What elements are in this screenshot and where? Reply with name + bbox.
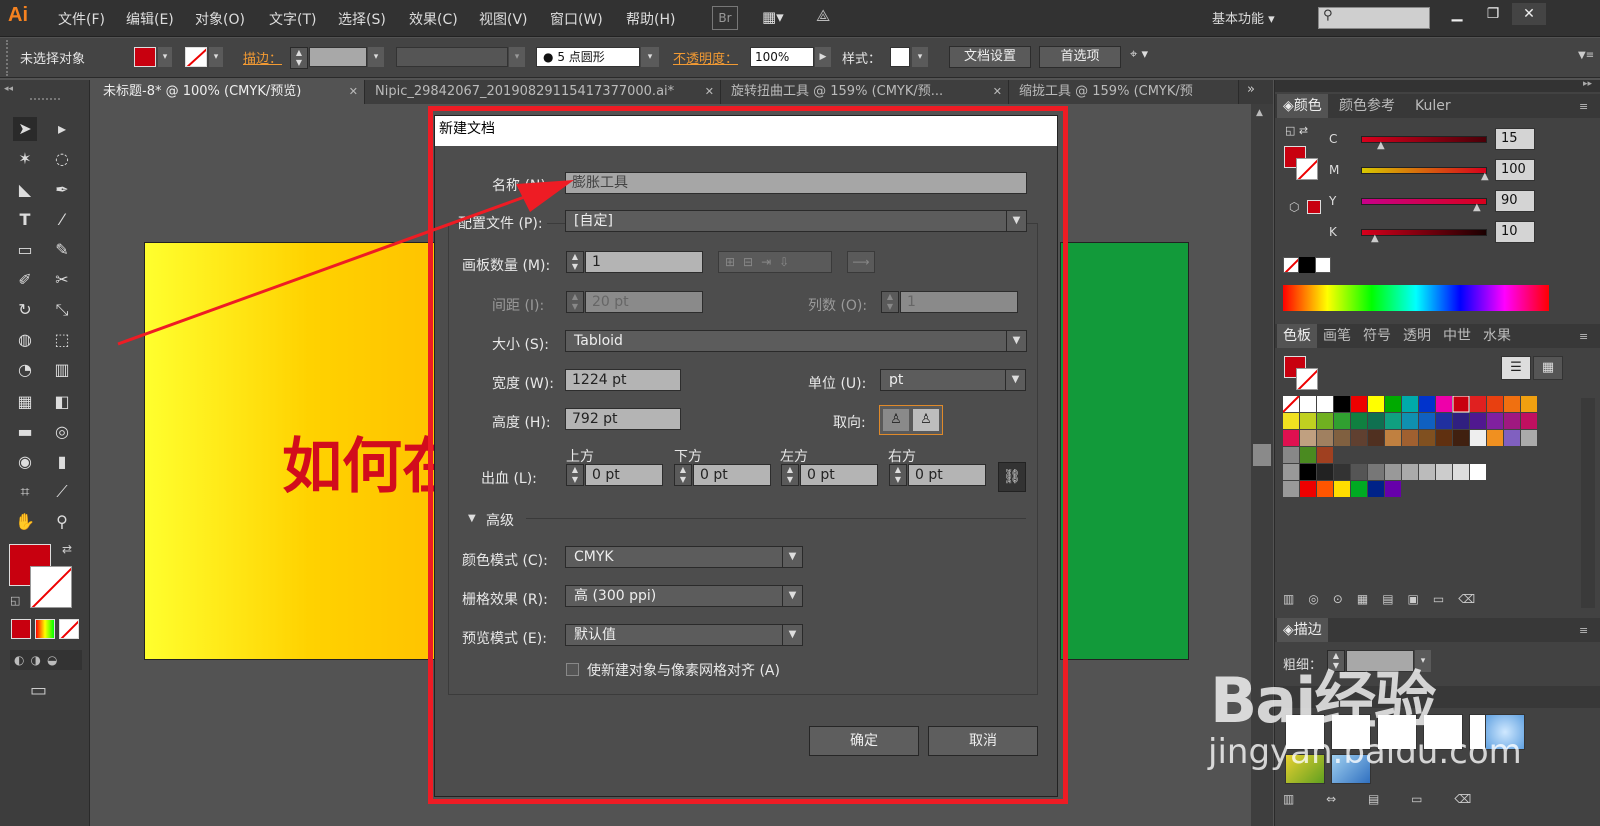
tab-color[interactable]: ◈颜色 — [1277, 94, 1328, 118]
channel-k-label: K — [1329, 225, 1337, 239]
swatch-grid[interactable] — [1283, 396, 1565, 508]
panel-menu-icon[interactable]: ≡ — [1579, 624, 1588, 637]
watermark-logo: Bai经验 — [1210, 664, 1436, 737]
list-view-icon[interactable]: ☰ — [1501, 356, 1531, 380]
dock-header: ▸▸ — [1275, 79, 1600, 92]
channel-m-input[interactable]: 100 — [1495, 159, 1535, 181]
tab-medieval[interactable]: 中世 — [1437, 324, 1477, 348]
channel-k-slider[interactable] — [1361, 229, 1487, 236]
stroke-color-box[interactable] — [1296, 158, 1318, 180]
graphic-styles-footer-icons[interactable]: ▥ ⇔ ▤ ▭ ⌫ — [1283, 792, 1583, 810]
thumbnail-view-icon[interactable]: ▦ — [1533, 356, 1563, 380]
channel-c-input[interactable]: 15 — [1495, 128, 1535, 150]
tab-fruit[interactable]: 水果 — [1477, 324, 1517, 348]
slider-thumb-icon[interactable]: ▲ — [1481, 171, 1489, 182]
default-colors-icon[interactable]: ◱ ⇄ — [1285, 124, 1308, 137]
tab-brushes[interactable]: 画笔 — [1317, 324, 1357, 348]
stroke-panel-tabs: ◈描边 ≡ — [1275, 618, 1600, 642]
panel-menu-icon[interactable]: ≡ — [1579, 100, 1588, 113]
panel-menu-icon[interactable]: ≡ — [1579, 330, 1588, 343]
channel-c-label: C — [1329, 132, 1338, 146]
swatch-scrollbar[interactable] — [1581, 398, 1595, 608]
tab-stroke[interactable]: ◈描边 — [1277, 618, 1328, 642]
color-spectrum[interactable] — [1283, 285, 1549, 311]
collapse-icon: ◈ — [1283, 622, 1294, 638]
stroke-color-box[interactable] — [1296, 368, 1318, 390]
channel-k-input[interactable]: 10 — [1495, 221, 1535, 243]
slider-thumb-icon[interactable]: ▲ — [1377, 140, 1385, 151]
swatch-panel-tabs: 色板 画笔 符号 透明 中世 水果 ≡ — [1275, 324, 1600, 348]
tab-symbols[interactable]: 符号 — [1357, 324, 1397, 348]
tab-kuler[interactable]: Kuler — [1409, 94, 1457, 118]
out-of-gamut-icon[interactable]: ⬡ — [1289, 200, 1299, 214]
tab-label: 颜色 — [1293, 98, 1322, 114]
none-swatch[interactable] — [1283, 257, 1299, 273]
tab-swatches[interactable]: 色板 — [1277, 324, 1317, 348]
channel-y-label: Y — [1329, 194, 1337, 208]
channel-m-slider[interactable] — [1361, 167, 1487, 174]
swatch-panel-footer-icons[interactable]: ▥◎⊙▦▤▣▭⌫ — [1283, 592, 1563, 612]
expand-icon[interactable]: ▸▸ — [1583, 79, 1592, 89]
slider-thumb-icon[interactable]: ▲ — [1473, 202, 1481, 213]
black-swatch[interactable] — [1299, 257, 1315, 273]
slider-thumb-icon[interactable]: ▲ — [1371, 233, 1379, 244]
gamut-swatch[interactable] — [1307, 200, 1321, 214]
color-panel-tabs: ◈颜色 颜色参考 Kuler ≡ — [1275, 94, 1600, 118]
tab-label: 描边 — [1293, 622, 1322, 638]
collapse-icon: ◈ — [1283, 98, 1294, 114]
white-swatch[interactable] — [1315, 257, 1331, 273]
channel-y-input[interactable]: 90 — [1495, 190, 1535, 212]
channel-y-slider[interactable] — [1361, 198, 1487, 205]
tab-color-guide[interactable]: 颜色参考 — [1333, 94, 1401, 118]
channel-m-label: M — [1329, 163, 1340, 177]
tab-transparency[interactable]: 透明 — [1397, 324, 1437, 348]
watermark-url: jingyan.baidu.com — [1208, 732, 1522, 772]
